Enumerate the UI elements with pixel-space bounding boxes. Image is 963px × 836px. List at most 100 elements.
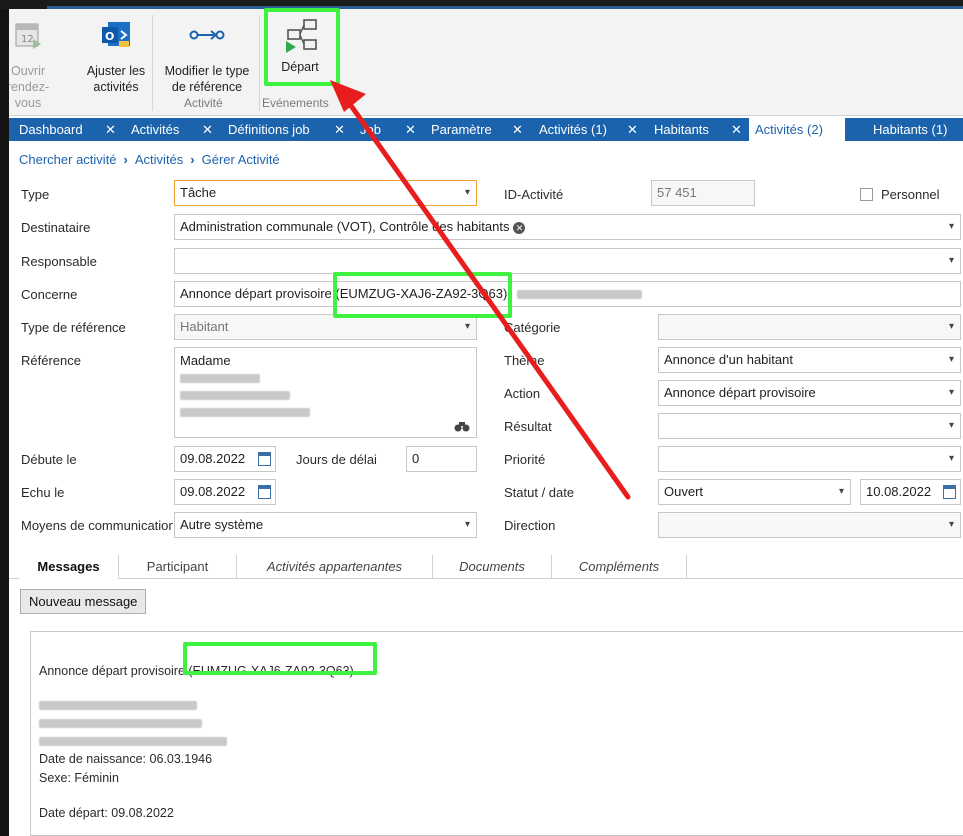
redacted-text [180, 408, 310, 418]
responsible-select[interactable]: ▾ [174, 248, 961, 274]
reference-type-select[interactable]: Habitant ▾ [174, 314, 477, 340]
svg-text:O: O [105, 30, 114, 43]
tab-activites[interactable]: Activités [131, 118, 179, 141]
open-appointment-label-2: rendez-vous [9, 80, 50, 110]
tab-close-icon[interactable]: ✕ [731, 118, 742, 141]
reference-label: Référence [21, 353, 81, 368]
tab-close-icon[interactable]: ✕ [105, 118, 116, 141]
delay-days-value: 0 [412, 451, 420, 466]
result-select[interactable]: ▾ [658, 413, 961, 439]
category-select[interactable]: ▾ [658, 314, 961, 340]
tab-participant[interactable]: Participant [119, 555, 237, 579]
reference-type-value: Habitant [180, 319, 229, 334]
action-select[interactable]: Annonce départ provisoire ▾ [658, 380, 961, 406]
tab-close-icon[interactable]: ✕ [334, 118, 345, 141]
tab-dashboard[interactable]: Dashboard [19, 118, 83, 141]
tab-close-icon[interactable]: ✕ [202, 118, 213, 141]
start-date-label: Débute le [21, 452, 77, 467]
type-value: Tâche [180, 185, 217, 200]
tab-close-icon[interactable]: ✕ [512, 118, 523, 141]
remove-chip-icon[interactable]: ✕ [513, 221, 526, 234]
message-sex: Sexe: Féminin [39, 771, 119, 785]
priority-select[interactable]: ▾ [658, 446, 961, 472]
chevron-down-icon: ▾ [838, 486, 844, 497]
adjust-label-2: activités [93, 80, 139, 94]
communication-select[interactable]: Autre système ▾ [174, 512, 477, 538]
adjust-activities-button[interactable]: O Ajuster les activités [81, 19, 151, 95]
tab-close-icon[interactable]: ✕ [847, 118, 858, 141]
chevron-down-icon: ▾ [948, 387, 954, 398]
new-message-button[interactable]: Nouveau message [20, 589, 147, 614]
recipient-select[interactable]: Administration communale (VOT), Contrôle… [174, 214, 961, 240]
svg-text:12: 12 [21, 34, 34, 45]
depart-button[interactable]: Départ [266, 17, 334, 75]
tab-habitants-1[interactable]: Habitants (1) [873, 118, 947, 141]
chevron-down-icon: ▾ [464, 187, 470, 198]
tab-documents[interactable]: Documents [433, 555, 552, 579]
chevron-down-icon: ▾ [948, 354, 954, 365]
theme-select[interactable]: Annonce d'un habitant ▾ [658, 347, 961, 373]
redacted-text [39, 737, 227, 747]
due-date-input[interactable]: 09.08.2022 [174, 479, 276, 505]
redacted-text [39, 719, 202, 729]
action-label: Action [504, 386, 541, 401]
tab-complements[interactable]: Compléments [552, 555, 687, 579]
status-date-input[interactable]: 10.08.2022 [860, 479, 961, 505]
redacted-text [180, 374, 260, 384]
document-tab-bar: Dashboard ✕ Activités ✕ Définitions job … [9, 118, 963, 141]
concerne-input[interactable]: Annonce départ provisoire (EUMZUG-XAJ6-Z… [174, 281, 961, 307]
open-appointment-button[interactable]: 12 Ouvrir rendez-vous [9, 19, 61, 111]
personal-label: Personnel [881, 187, 940, 202]
delay-days-label: Jours de délai [296, 452, 377, 467]
tab-messages[interactable]: Messages [19, 555, 119, 579]
start-date-value: 09.08.2022 [180, 451, 246, 466]
modify-reference-type-button[interactable]: Modifier le type de référence [157, 19, 257, 95]
binoculars-icon[interactable] [454, 420, 470, 432]
activity-id-label: ID-Activité [504, 187, 564, 202]
tab-job[interactable]: Job [360, 118, 381, 141]
reference-box[interactable]: Madame [174, 347, 477, 438]
tab-parametre[interactable]: Paramètre [431, 118, 492, 141]
message-content: Annonce départ provisoire (EUMZUG-XAJ6-Z… [30, 631, 963, 836]
tab-close-icon[interactable]: ✕ [627, 118, 638, 141]
chevron-down-icon: ▾ [464, 321, 470, 332]
type-select[interactable]: Tâche ▾ [174, 180, 477, 206]
tab-habitants[interactable]: Habitants [654, 118, 709, 141]
modify-label-2: de référence [171, 80, 243, 94]
redacted-line [39, 716, 202, 730]
chevron-down-icon: ▾ [948, 221, 954, 232]
calendar-icon[interactable] [258, 452, 271, 466]
tab-activites-appartenantes[interactable]: Activités appartenantes [237, 555, 433, 579]
personal-checkbox[interactable] [860, 188, 873, 201]
priority-label: Priorité [504, 452, 546, 467]
window-top-bar [0, 0, 963, 9]
chevron-down-icon: ▾ [948, 255, 954, 266]
breadcrumb-activites[interactable]: Activités [135, 152, 183, 167]
group-label-activite: Activité [184, 96, 223, 110]
status-select[interactable]: Ouvert ▾ [658, 479, 851, 505]
status-value: Ouvert [664, 484, 704, 499]
tab-activites-2[interactable]: Activités (2) [749, 118, 845, 141]
window-left-edge [0, 9, 9, 836]
calendar-icon[interactable] [943, 485, 956, 499]
communication-value: Autre système [180, 517, 264, 532]
redacted-line [39, 698, 197, 712]
direction-label: Direction [504, 518, 556, 533]
status-date-value: 10.08.2022 [866, 484, 932, 499]
tab-activites-2-label: Activités (2) [755, 122, 823, 137]
activity-id-value: 57 451 [657, 185, 697, 200]
start-date-input[interactable]: 09.08.2022 [174, 446, 276, 472]
tab-close-icon[interactable]: ✕ [405, 118, 416, 141]
concerne-label: Concerne [21, 287, 78, 302]
direction-select[interactable]: ▾ [658, 512, 961, 538]
delay-days-input[interactable]: 0 [406, 446, 477, 472]
due-date-label: Echu le [21, 485, 65, 500]
tab-activites-1[interactable]: Activités (1) [539, 118, 607, 141]
calendar-icon[interactable] [258, 485, 271, 499]
type-label: Type [21, 187, 50, 202]
breadcrumb-chercher-activite[interactable]: Chercher activité [19, 152, 117, 167]
status-label: Statut / date [504, 485, 575, 500]
chevron-right-icon: › [190, 152, 195, 167]
tab-definitions-job[interactable]: Définitions job [228, 118, 310, 141]
adjust-label-1: Ajuster les [86, 64, 146, 78]
